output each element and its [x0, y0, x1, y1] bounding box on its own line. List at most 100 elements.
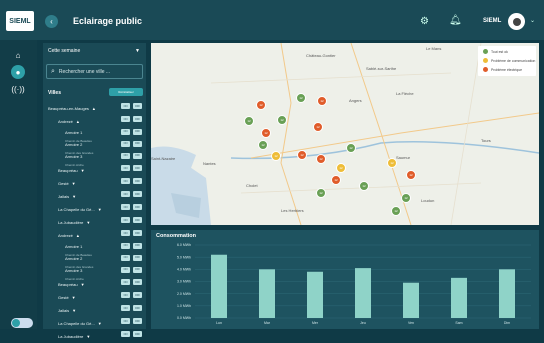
map-marker-green[interactable]: 12: [359, 181, 369, 191]
sieml-logo[interactable]: SIEML: [6, 11, 34, 31]
gear-icon[interactable]: ⚙: [420, 16, 429, 27]
on-button[interactable]: ON: [121, 254, 130, 261]
map-marker-green[interactable]: 12: [401, 193, 411, 203]
map-marker-orange[interactable]: 12: [406, 170, 416, 180]
chevron-down-icon[interactable]: ⌄: [530, 17, 535, 24]
off-button[interactable]: OFF: [133, 266, 142, 273]
x-tick-label: Lun: [216, 321, 222, 325]
chevron-down-icon[interactable]: ▼: [81, 282, 85, 287]
off-button[interactable]: OFF: [133, 217, 142, 223]
on-button[interactable]: ON: [121, 103, 130, 109]
off-button[interactable]: OFF: [133, 292, 142, 298]
map-marker-orange[interactable]: 12: [317, 96, 327, 106]
bar[interactable]: [259, 269, 275, 318]
map-marker-green[interactable]: 12: [391, 206, 401, 216]
off-button[interactable]: OFF: [133, 178, 142, 184]
chevron-down-icon: ▼: [135, 48, 140, 54]
on-button[interactable]: ON: [121, 140, 130, 147]
map-marker-green[interactable]: 12: [244, 116, 254, 126]
bell-icon[interactable]: 🔔︎: [449, 15, 462, 26]
on-button[interactable]: ON: [121, 318, 130, 324]
search-input[interactable]: ⌕ Rechercher une ville ...: [46, 64, 143, 79]
map-legend: Tout est ok Problème de communication Prob…: [478, 46, 536, 76]
chevron-down-icon[interactable]: ▼: [98, 321, 102, 326]
period-select[interactable]: Cette semaine ▼: [43, 43, 146, 59]
on-button[interactable]: ON: [121, 204, 130, 210]
map-marker-yellow[interactable]: 12: [387, 158, 397, 168]
on-button[interactable]: ON: [121, 165, 130, 171]
legend-label: Problème de communication: [491, 58, 536, 63]
item-label: Armoire 3: [65, 267, 83, 273]
bar[interactable]: [403, 282, 419, 318]
on-button[interactable]: ON: [121, 191, 130, 197]
off-button[interactable]: OFF: [133, 331, 142, 337]
item-label: La Jubaudière: [58, 334, 84, 339]
signal-icon[interactable]: ((·)): [11, 82, 25, 96]
bar[interactable]: [211, 254, 227, 318]
map[interactable]: Le Mans Château-Gontier Sablé-sur-Sarthe La…: [151, 43, 539, 225]
user-name[interactable]: SIEML: [483, 18, 501, 24]
theme-toggle[interactable]: [11, 318, 33, 328]
off-button[interactable]: OFF: [133, 152, 142, 159]
on-button[interactable]: ON: [121, 116, 130, 122]
map-marker-orange[interactable]: 12: [261, 128, 271, 138]
bar[interactable]: [451, 277, 467, 318]
on-button[interactable]: ON: [121, 230, 130, 236]
back-button[interactable]: ‹: [45, 15, 58, 28]
off-button[interactable]: OFF: [133, 128, 142, 135]
map-marker-green[interactable]: 12: [346, 143, 356, 153]
chevron-down-icon[interactable]: ▼: [98, 207, 102, 212]
avatar[interactable]: [508, 13, 525, 30]
off-button[interactable]: OFF: [133, 318, 142, 324]
x-tick-label: Jeu: [360, 321, 366, 325]
bar[interactable]: [307, 271, 323, 318]
chevron-up-icon[interactable]: ▲: [92, 106, 96, 111]
on-button[interactable]: ON: [121, 266, 130, 273]
on-button[interactable]: ON: [121, 279, 130, 285]
city-label: Nantes: [203, 161, 216, 166]
reset-button[interactable]: Réinitialiser: [109, 88, 143, 96]
map-marker-yellow[interactable]: 12: [336, 163, 346, 173]
on-button[interactable]: ON: [121, 292, 130, 298]
map-marker-green[interactable]: 12: [277, 115, 287, 125]
chevron-down-icon[interactable]: ▼: [86, 220, 90, 225]
bar[interactable]: [355, 268, 371, 318]
on-button[interactable]: ON: [121, 178, 130, 184]
map-marker-orange[interactable]: 12: [316, 154, 326, 164]
legend-dot: [483, 67, 488, 72]
off-button[interactable]: OFF: [133, 305, 142, 311]
off-button[interactable]: OFF: [133, 279, 142, 285]
map-marker-orange[interactable]: 12: [256, 100, 266, 110]
on-button[interactable]: ON: [121, 128, 130, 135]
map-marker-orange[interactable]: 12: [313, 122, 323, 132]
off-button[interactable]: OFF: [133, 140, 142, 147]
map-marker-green[interactable]: 12: [316, 188, 326, 198]
chevron-down-icon[interactable]: ▼: [86, 334, 90, 339]
on-button[interactable]: ON: [121, 242, 130, 249]
y-tick-label: 2.0 MWh: [177, 292, 191, 296]
off-button[interactable]: OFF: [133, 230, 142, 236]
off-button[interactable]: OFF: [133, 103, 142, 109]
search-placeholder: Rechercher une ville ...: [58, 68, 111, 75]
off-button[interactable]: OFF: [133, 254, 142, 261]
map-marker-orange[interactable]: 12: [297, 150, 307, 160]
on-button[interactable]: ON: [121, 305, 130, 311]
home-icon[interactable]: ⌂: [11, 48, 25, 62]
off-button[interactable]: OFF: [133, 116, 142, 122]
lightbulb-icon[interactable]: ●: [11, 65, 25, 79]
bar[interactable]: [499, 269, 515, 318]
map-marker-yellow[interactable]: 12: [271, 151, 281, 161]
on-button[interactable]: ON: [121, 217, 130, 223]
city-item[interactable]: La Jubaudière ▼ ON OFF: [43, 328, 146, 340]
off-button[interactable]: OFF: [133, 204, 142, 210]
city-label: Saumur: [396, 155, 411, 160]
on-button[interactable]: ON: [121, 331, 130, 337]
map-marker-green[interactable]: 12: [258, 140, 268, 150]
chevron-down-icon[interactable]: ▼: [81, 168, 85, 173]
on-button[interactable]: ON: [121, 152, 130, 159]
off-button[interactable]: OFF: [133, 165, 142, 171]
off-button[interactable]: OFF: [133, 191, 142, 197]
map-marker-orange[interactable]: 12: [331, 175, 341, 185]
off-button[interactable]: OFF: [133, 242, 142, 249]
map-marker-green[interactable]: 12: [296, 93, 306, 103]
